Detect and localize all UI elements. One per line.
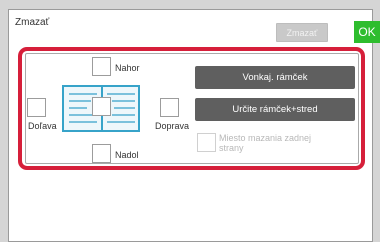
bottom-checkbox[interactable] <box>92 144 111 163</box>
bottom-label: Nadol <box>115 150 139 160</box>
top-checkbox[interactable] <box>92 57 111 76</box>
right-checkbox[interactable] <box>160 98 179 117</box>
frame-center-button[interactable]: Určite rámček+stred <box>195 98 355 121</box>
left-label: Doľava <box>28 121 57 131</box>
top-label: Nahor <box>115 63 140 73</box>
outer-frame-button[interactable]: Vonkaj. rámček <box>195 66 355 89</box>
erase-button[interactable]: Zmazať <box>276 23 328 42</box>
panel-title: Zmazať <box>15 17 50 28</box>
ok-button[interactable]: OK <box>354 21 380 43</box>
left-checkbox[interactable] <box>27 98 46 117</box>
center-checkbox[interactable] <box>92 97 111 116</box>
back-side-label: Miesto mazania zadnej strany <box>219 133 312 153</box>
back-side-checkbox[interactable] <box>197 133 216 152</box>
book-icon <box>62 85 140 132</box>
right-label: Doprava <box>155 121 190 131</box>
